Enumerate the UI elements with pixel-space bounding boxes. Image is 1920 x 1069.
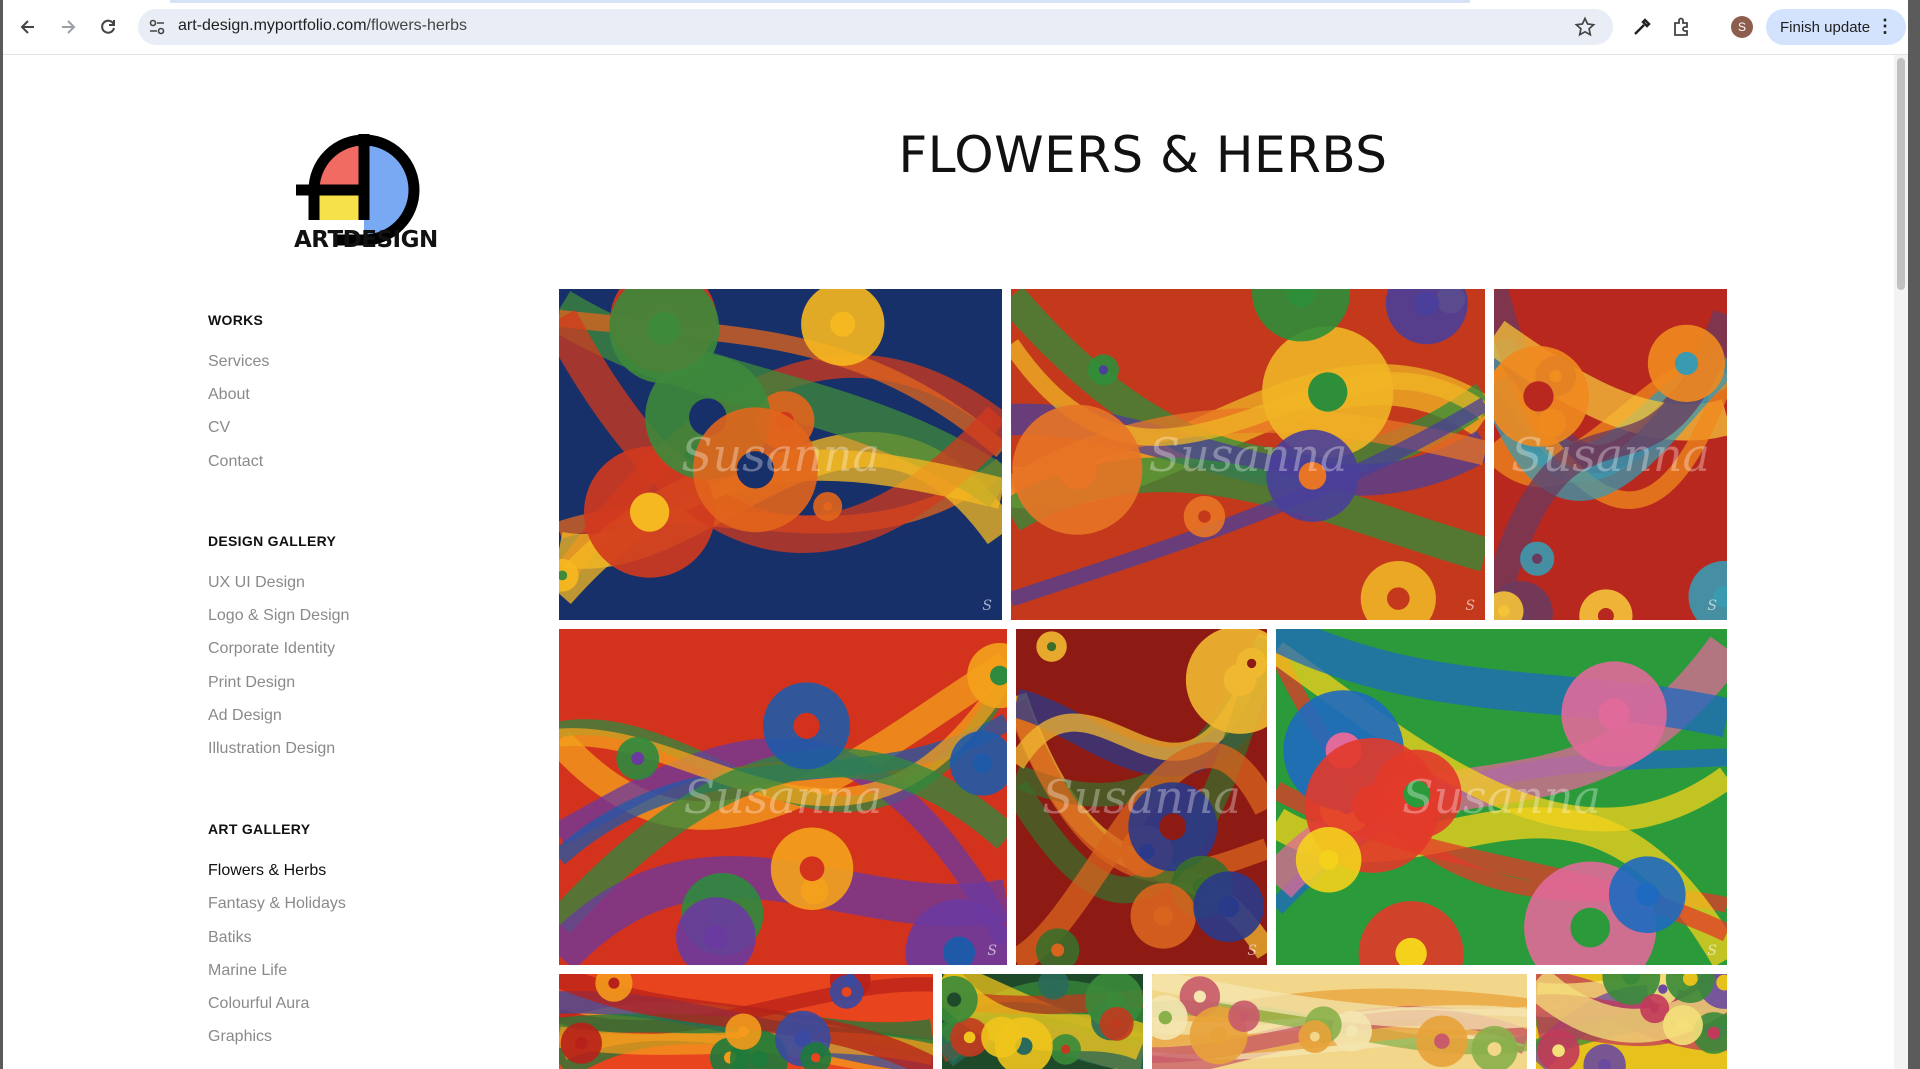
artwork-image [559, 289, 1002, 620]
bookmark-star-icon[interactable] [1574, 16, 1596, 38]
nav-link-marine-life[interactable]: Marine Life [208, 962, 287, 980]
yellow-meadow-painting[interactable] [1536, 974, 1727, 1069]
nav-link-logo-sign-design[interactable]: Logo & Sign Design [208, 607, 349, 625]
nav-link-illustration-design[interactable]: Illustration Design [208, 740, 335, 758]
gerbera-daisies-painting[interactable]: Susanna S [559, 289, 1002, 620]
tab-strip-edge [170, 0, 1470, 3]
forward-button[interactable] [54, 13, 82, 41]
nav-link-flowers-herbs[interactable]: Flowers & Herbs [208, 862, 326, 880]
artist-signature: S [1707, 598, 1717, 614]
nav-link-graphics[interactable]: Graphics [208, 1028, 272, 1046]
nav-link-contact[interactable]: Contact [208, 453, 263, 471]
forward-arrow-icon [62, 20, 76, 34]
eyedropper-extension-icon[interactable] [1630, 15, 1654, 39]
finish-update-label: Finish update [1780, 18, 1871, 36]
nav-link-print-design[interactable]: Print Design [208, 674, 295, 692]
scrollbar-thumb[interactable] [1897, 58, 1905, 290]
artwork-image [1536, 974, 1727, 1069]
url-text[interactable]: art-design.myportfolio.com/flowers-herbs [178, 17, 467, 35]
page-title: FLOWERS & HERBS [898, 126, 1388, 184]
page-scrollbar[interactable] [1894, 55, 1908, 1069]
url-host: art-design.myportfolio.com [178, 17, 367, 34]
nav-link-batiks[interactable]: Batiks [208, 929, 252, 947]
extensions-puzzle-icon[interactable] [1670, 15, 1694, 39]
fruit-still-life-painting[interactable]: Susanna S [1494, 289, 1727, 620]
artist-signature: S [982, 598, 992, 614]
artist-signature: S [987, 943, 997, 959]
nav-link-corporate-identity[interactable]: Corporate Identity [208, 640, 335, 658]
green-foliage-painting[interactable] [942, 974, 1143, 1069]
nav-link-fantasy-holidays[interactable]: Fantasy & Holidays [208, 895, 346, 913]
artwork-image [942, 974, 1143, 1069]
back-arrow-icon [20, 20, 34, 34]
artist-signature: S [1247, 943, 1257, 959]
hibiscus-jungle-painting[interactable]: Susanna S [1276, 629, 1727, 965]
tulip-bouquet-painting[interactable]: Susanna S [1016, 629, 1267, 965]
wildflower-field-painting[interactable]: Susanna S [1011, 289, 1485, 620]
red-roses-painting[interactable] [559, 974, 933, 1069]
url-path: /flowers-herbs [366, 17, 467, 34]
nav-link-colourful-aura[interactable]: Colourful Aura [208, 995, 309, 1013]
logo-wordmark[interactable]: ARTDESIGN [294, 227, 440, 253]
profile-avatar[interactable]: S [1731, 16, 1753, 38]
nav-link-ad-design[interactable]: Ad Design [208, 707, 282, 725]
artwork-image [559, 629, 1007, 965]
artwork-image [1494, 289, 1727, 620]
foxglove-garden-painting[interactable] [1152, 974, 1527, 1069]
artwork-image [1016, 629, 1267, 965]
reload-button[interactable] [94, 13, 122, 41]
nav-link-ux-ui-design[interactable]: UX UI Design [208, 574, 305, 592]
artist-signature: S [1707, 943, 1717, 959]
nav-heading-art-gallery: ART GALLERY [208, 821, 311, 837]
artwork-image [1276, 629, 1727, 965]
more-menu-icon[interactable]: ⋮ [1876, 16, 1894, 36]
nav-heading-design-gallery: DESIGN GALLERY [208, 533, 337, 549]
reload-icon [101, 19, 115, 34]
tropical-leaves-painting[interactable]: Susanna S [559, 629, 1007, 965]
nav-link-services[interactable]: Services [208, 353, 269, 371]
nav-heading-works: WORKS [208, 312, 264, 328]
window-border-right [1908, 0, 1920, 1069]
back-button[interactable] [14, 13, 42, 41]
nav-link-about[interactable]: About [208, 386, 250, 404]
window-border-left [0, 0, 3, 1069]
finish-update-button[interactable]: Finish update ⋮ [1766, 9, 1906, 45]
nav-link-cv[interactable]: CV [208, 419, 230, 437]
artwork-image [1011, 289, 1485, 620]
site-info-icon[interactable] [146, 16, 168, 38]
artist-signature: S [1465, 598, 1475, 614]
artwork-image [559, 974, 933, 1069]
browser-toolbar: art-design.myportfolio.com/flowers-herbs… [0, 0, 1920, 55]
artwork-image [1152, 974, 1527, 1069]
